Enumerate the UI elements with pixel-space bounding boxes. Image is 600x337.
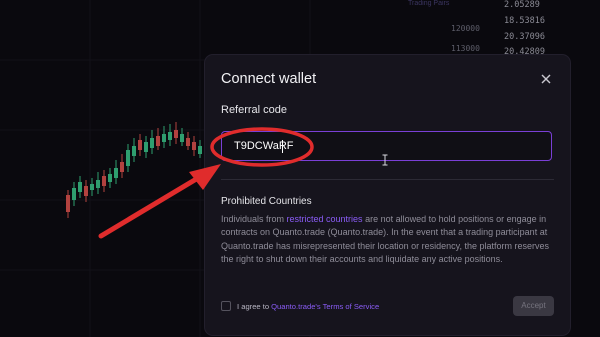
- price-tick: 20.37096: [504, 32, 545, 42]
- prohibited-countries-title: Prohibited Countries: [221, 196, 312, 207]
- candle-body: [78, 182, 82, 192]
- referral-code-label: Referral code: [221, 104, 288, 116]
- candle-body: [120, 162, 124, 172]
- candle-body: [126, 150, 130, 166]
- text-caret: [282, 140, 283, 153]
- terms-agreement: I agree to Quanto.trade's Terms of Servi…: [221, 300, 379, 312]
- candle-body: [138, 140, 142, 150]
- candle-body: [108, 174, 112, 182]
- candle-body: [174, 130, 178, 138]
- candle-body: [144, 142, 148, 152]
- dialog-title: Connect wallet: [221, 71, 317, 87]
- price-tick: 2.05289: [504, 0, 540, 10]
- terms-of-service-link[interactable]: Quanto.trade's Terms of Service: [271, 302, 379, 311]
- notice-text: Individuals from: [221, 214, 287, 224]
- candle-body: [114, 168, 118, 178]
- text-cursor-icon: [382, 154, 388, 166]
- chart-price-label: 113000: [451, 44, 480, 53]
- candle-body: [102, 176, 106, 186]
- candle-body: [96, 180, 100, 188]
- agree-text: I agree to: [237, 301, 270, 311]
- candle-body: [180, 134, 184, 142]
- restricted-countries-link[interactable]: restricted countries: [287, 214, 363, 224]
- connect-wallet-dialog: Connect wallet Referral code Prohibited …: [205, 55, 570, 335]
- candle-body: [66, 195, 70, 212]
- price-tick: 18.53816: [504, 16, 545, 26]
- terms-checkbox[interactable]: [221, 301, 231, 311]
- top-faint-label: Trading Pairs: [408, 0, 450, 7]
- candle-body: [150, 138, 154, 148]
- chart-price-label: 120000: [451, 24, 480, 33]
- candle-body: [90, 184, 94, 190]
- divider: [221, 179, 554, 180]
- close-icon[interactable]: [540, 73, 552, 85]
- candle-body: [162, 134, 166, 142]
- candle-body: [186, 138, 190, 146]
- candle-body: [198, 146, 202, 154]
- candle-body: [132, 146, 136, 156]
- prohibited-notice: Individuals from restricted countries ar…: [221, 213, 557, 266]
- accept-button[interactable]: Accept: [513, 296, 554, 316]
- candle-body: [84, 186, 88, 196]
- candle-body: [168, 132, 172, 140]
- candle-body: [192, 142, 196, 150]
- candle-body: [72, 188, 76, 200]
- candle-body: [156, 136, 160, 146]
